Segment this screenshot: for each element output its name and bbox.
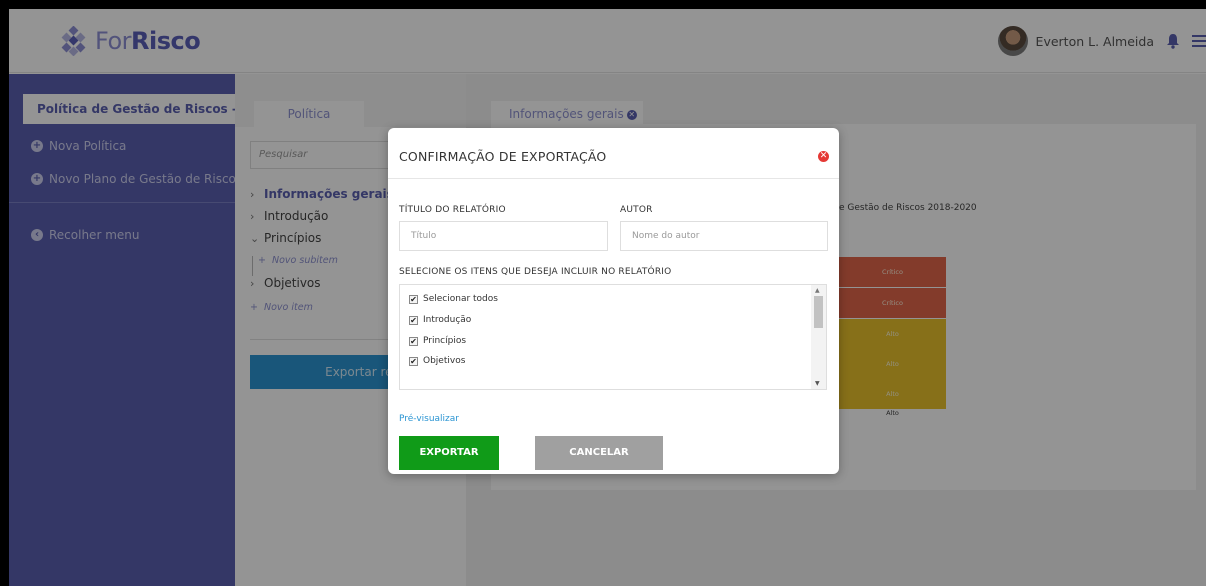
scroll-down-icon[interactable]: ▼ bbox=[815, 380, 820, 387]
checklist-scrollbar[interactable]: ▲ ▼ bbox=[811, 285, 826, 389]
report-title-label: TÍTULO DO RELATÓRIO bbox=[399, 205, 506, 215]
items-checklist: ✔ Selecionar todos ✔ Introdução ✔ Princí… bbox=[399, 284, 827, 390]
checkbox-select-all[interactable]: ✔ Selecionar todos bbox=[409, 294, 498, 304]
cancel-button[interactable]: CANCELAR bbox=[535, 436, 663, 470]
author-label: AUTOR bbox=[620, 205, 653, 215]
checkbox-checked-icon[interactable]: ✔ bbox=[409, 356, 418, 366]
modal-divider bbox=[388, 178, 839, 179]
close-icon[interactable]: ✕ bbox=[818, 151, 829, 162]
checkbox-checked-icon[interactable]: ✔ bbox=[409, 336, 418, 346]
checkbox-label: Selecionar todos bbox=[423, 294, 498, 304]
author-input[interactable]: Nome do autor bbox=[620, 221, 828, 251]
export-button[interactable]: EXPORTAR bbox=[399, 436, 499, 470]
checkbox-checked-icon[interactable]: ✔ bbox=[409, 315, 418, 325]
checkbox-checked-icon[interactable]: ✔ bbox=[409, 294, 418, 304]
export-confirmation-modal: CONFIRMAÇÃO DE EXPORTAÇÃO ✕ TÍTULO DO RE… bbox=[388, 128, 839, 474]
scrollbar-thumb[interactable] bbox=[814, 296, 823, 328]
modal-title: CONFIRMAÇÃO DE EXPORTAÇÃO bbox=[399, 149, 607, 164]
report-title-input[interactable]: Título bbox=[399, 221, 608, 251]
preview-link[interactable]: Pré-visualizar bbox=[399, 414, 459, 424]
checkbox-objetivos[interactable]: ✔ Objetivos bbox=[409, 356, 465, 366]
checkbox-label: Objetivos bbox=[423, 356, 466, 366]
scroll-up-icon[interactable]: ▲ bbox=[815, 287, 820, 294]
checkbox-label: Introdução bbox=[423, 315, 472, 325]
app-window: ForRisco Everton L. Almeida Política de … bbox=[9, 9, 1206, 586]
checkbox-principios[interactable]: ✔ Princípios bbox=[409, 336, 466, 346]
checkbox-introducao[interactable]: ✔ Introdução bbox=[409, 315, 471, 325]
items-label: SELECIONE OS ITENS QUE DESEJA INCLUIR NO… bbox=[399, 267, 672, 277]
checkbox-label: Princípios bbox=[423, 336, 467, 346]
